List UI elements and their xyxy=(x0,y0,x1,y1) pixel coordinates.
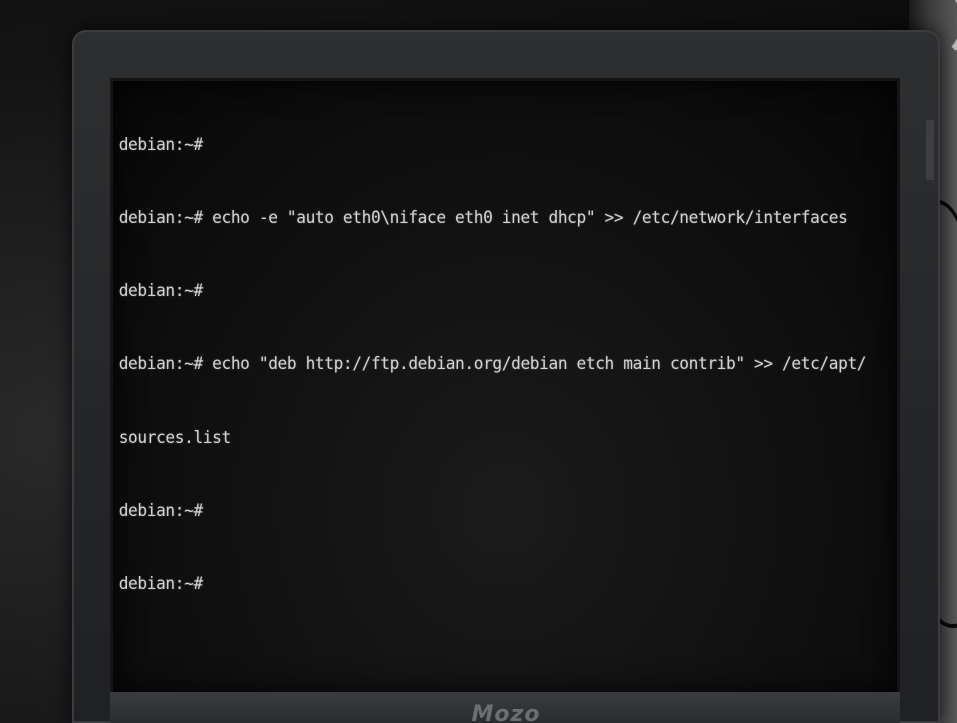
terminal-line: debian:~# echo -e "auto eth0\niface eth0… xyxy=(118,208,848,229)
photo-scene: debian:~# debian:~# echo -e "auto eth0\n… xyxy=(0,0,957,723)
monitor-screen: debian:~# debian:~# echo -e "auto eth0\n… xyxy=(110,78,900,696)
terminal-line: debian:~# xyxy=(118,500,203,521)
monitor-side-label xyxy=(926,120,934,180)
terminal-line: debian:~# xyxy=(118,134,203,155)
terminal-console[interactable]: debian:~# debian:~# echo -e "auto eth0\n… xyxy=(113,81,867,645)
monitor-bezel: debian:~# debian:~# echo -e "auto eth0\n… xyxy=(72,30,940,723)
terminal-line: debian:~# echo "deb http://ftp.debian.or… xyxy=(118,354,867,375)
terminal-line: sources.list xyxy=(118,427,232,448)
terminal-prompt[interactable]: debian:~# xyxy=(119,572,866,596)
monitor-brand-logo: Mozo xyxy=(471,702,541,723)
terminal-line: debian:~# xyxy=(118,281,203,302)
